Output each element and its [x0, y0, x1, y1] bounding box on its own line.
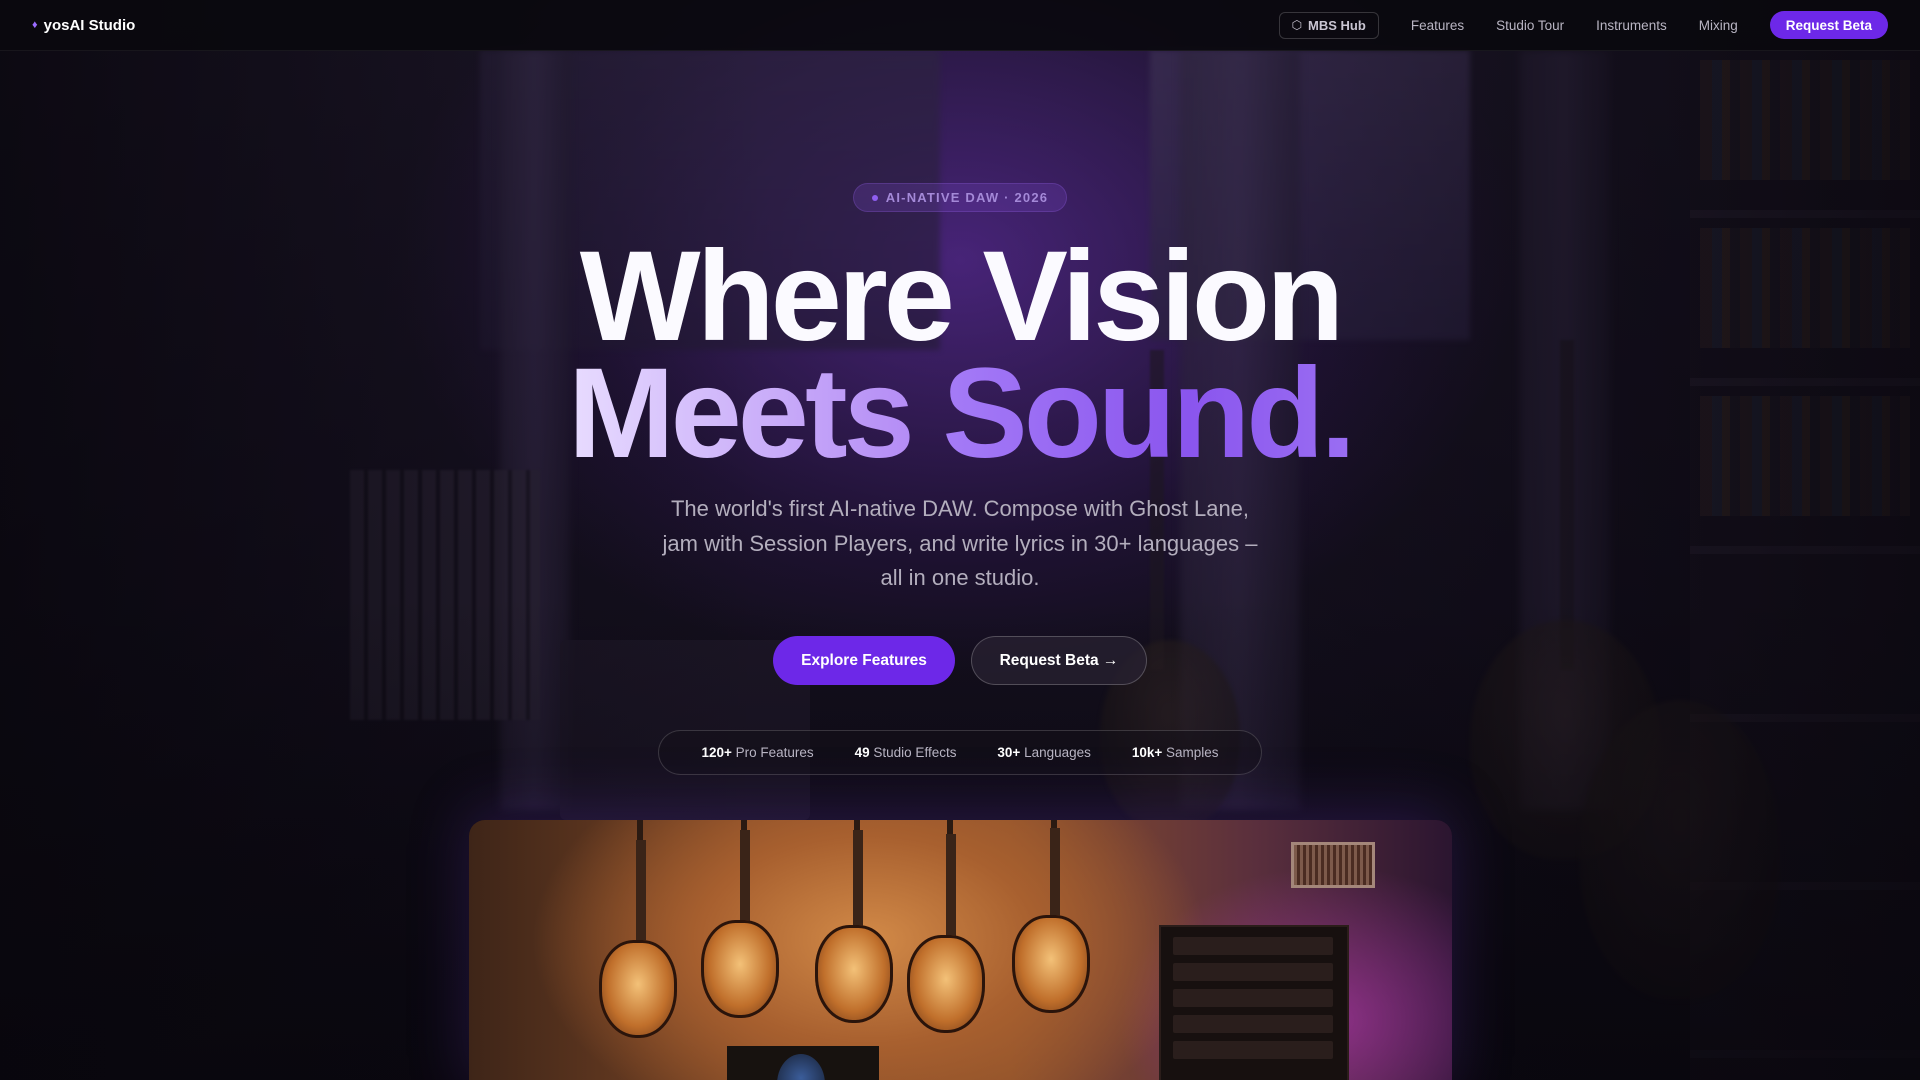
framed-picture — [727, 1046, 879, 1080]
audio-rack — [1159, 925, 1349, 1080]
rack-unit — [1173, 989, 1333, 1007]
rack-unit — [1173, 937, 1333, 955]
rack-unit — [1173, 1041, 1333, 1059]
nav-link-instruments[interactable]: Instruments — [1596, 18, 1667, 33]
nav-links: ⬡ MBS Hub Features Studio Tour Instrumen… — [1278, 11, 1888, 39]
guitar-image — [907, 935, 985, 1033]
top-navbar: ♦ yosAI Studio ⬡ MBS Hub Features Studio… — [0, 0, 1920, 51]
headline-word-meets: Meets — [567, 342, 915, 485]
landing-page: ♦ yosAI Studio ⬡ MBS Hub Features Studio… — [0, 0, 1920, 1080]
guitar-image — [599, 940, 677, 1038]
nav-link-mixing[interactable]: Mixing — [1699, 18, 1738, 33]
hero-tag-badge: AI-NATIVE DAW · 2026 — [853, 183, 1067, 212]
guitar-neck — [636, 840, 646, 950]
picture-art — [777, 1054, 825, 1080]
rack-unit — [1173, 963, 1333, 981]
hero-tag-text: AI-NATIVE DAW · 2026 — [885, 190, 1049, 205]
stat-studio-effects: 49 Studio Effects — [855, 745, 957, 760]
mbs-hub-label: MBS Hub — [1308, 17, 1366, 33]
stats-bar: 120+ Pro Features 49 Studio Effects 30+ … — [658, 730, 1262, 775]
stat-languages: 30+ Languages — [997, 745, 1091, 760]
status-dot-icon — [871, 194, 878, 201]
headline-word-sound: Sound. — [942, 342, 1356, 485]
stat-label: Studio Effects — [873, 745, 957, 760]
nav-link-studio-tour[interactable]: Studio Tour — [1496, 18, 1564, 33]
studio-showcase-image — [469, 820, 1452, 1080]
stat-value: 49 — [854, 745, 870, 760]
stat-value: 120+ — [701, 745, 732, 760]
stat-pro-features: 120+ Pro Features — [701, 745, 813, 760]
mbs-hub-button[interactable]: ⬡ MBS Hub — [1278, 11, 1379, 39]
diamond-icon: ♦ — [32, 19, 38, 31]
request-beta-button[interactable]: Request Beta → — [971, 636, 1147, 685]
guitar-image — [701, 920, 779, 1018]
guitar-neck — [946, 834, 956, 944]
guitar-image — [815, 925, 893, 1023]
nav-request-beta-button[interactable]: Request Beta — [1769, 11, 1888, 39]
brand-name: yosAI Studio — [43, 16, 136, 34]
stat-samples: 10k+ Samples — [1132, 745, 1219, 760]
guitar-image — [1012, 915, 1090, 1013]
nav-link-features[interactable]: Features — [1411, 18, 1464, 33]
wall-vent — [1291, 842, 1375, 888]
rack-unit — [1173, 1015, 1333, 1033]
stat-label: Pro Features — [735, 745, 814, 760]
brand-logo[interactable]: ♦ yosAI Studio — [32, 17, 135, 34]
hexagon-icon: ⬡ — [1291, 18, 1303, 32]
explore-features-button[interactable]: Explore Features — [773, 636, 955, 685]
hero-headline-line2: Meets Sound. — [0, 350, 1920, 478]
hero-headline-line1: Where Vision — [579, 225, 1345, 368]
stat-value: 10k+ — [1131, 745, 1163, 760]
stat-label: Samples — [1166, 745, 1219, 760]
stat-value: 30+ — [997, 745, 1021, 760]
guitar-neck — [853, 830, 863, 940]
hero-subtitle: The world's first AI-native DAW. Compose… — [662, 496, 1258, 590]
stat-label: Languages — [1024, 745, 1091, 760]
